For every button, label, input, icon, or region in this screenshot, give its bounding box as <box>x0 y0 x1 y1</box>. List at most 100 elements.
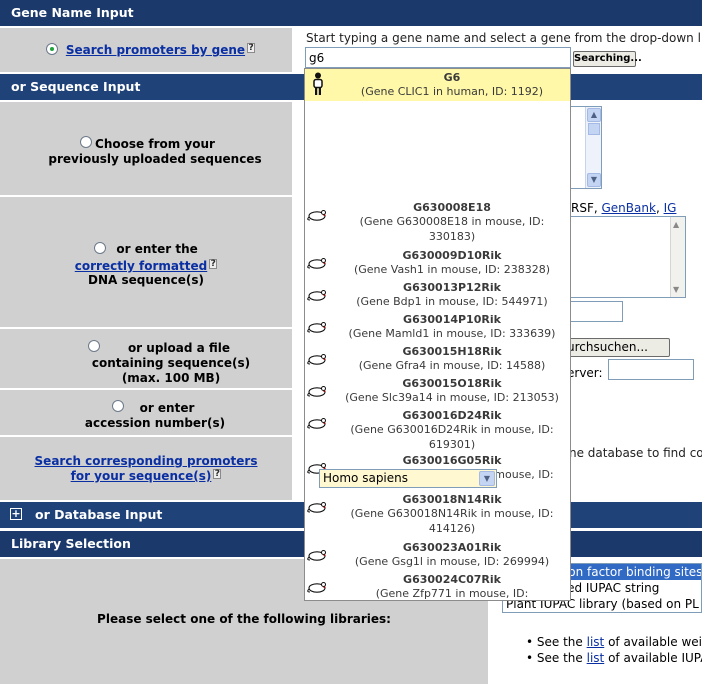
library-note-1: • See the list of available weig <box>526 634 702 650</box>
note-1-suffix: of available weig <box>608 635 702 649</box>
scroll-thumb[interactable] <box>588 123 600 135</box>
mouse-icon <box>307 321 329 333</box>
scroll-down-icon[interactable]: ▼ <box>587 173 601 187</box>
gene-suggestions-popup[interactable]: G6 (Gene CLIC1 in human, ID: 1192) G630008… <box>304 68 571 601</box>
server-input[interactable] <box>608 359 694 380</box>
mouse-icon <box>307 209 329 221</box>
gene-suggestion[interactable]: G630014P10Rik (Gene Mamld1 in mouse, ID: … <box>305 311 570 343</box>
library-selection-title: Library Selection <box>11 536 131 551</box>
weights-list-link[interactable]: list <box>587 635 605 649</box>
mouse-icon <box>307 385 329 397</box>
server-label: erver: <box>567 366 603 380</box>
searching-button[interactable]: Searching... <box>573 51 642 67</box>
mouse-icon <box>307 353 329 365</box>
upload-file-label: or upload a file containing sequence(s) … <box>91 341 251 385</box>
library-prompt: Please select one of the following libra… <box>97 612 391 626</box>
suggestion-description: (Gene G630018N14Rik in mouse, ID: 414126… <box>350 507 554 535</box>
database-input-title: or Database Input <box>35 507 163 522</box>
suggestion-description: (Gene Mamld1 in mouse, ID: 333639) <box>348 327 556 340</box>
suggestion-gene-name: G630016D24Rik <box>402 409 502 422</box>
gene-suggestion[interactable]: G630015H18Rik (Gene Gfra4 in mouse, ID: 1… <box>305 343 570 375</box>
search-by-gene-link[interactable]: Search promoters by gene <box>66 43 245 57</box>
scroll-up-icon[interactable]: ▲ <box>587 108 601 122</box>
gene-name-input-title: Gene Name Input <box>11 5 134 20</box>
gene-hint-text: Start typing a gene name and select a ge… <box>306 31 702 45</box>
mouse-icon <box>307 549 329 561</box>
upload-file-cell: or upload a file containing sequence(s) … <box>0 329 292 388</box>
suggestion-gene-name: G630008E18 <box>413 201 491 214</box>
enter-prefix-text: or enter the <box>116 242 198 256</box>
enter-sequence-cell: or enter the correctly formatted? DNA se… <box>0 197 292 327</box>
genbank-link[interactable]: GenBank <box>602 201 656 215</box>
gene-name-input[interactable]: g6 <box>305 47 571 68</box>
gene-suggestion[interactable]: G630024C07Rik (Gene Zfp771 in mouse, ID: <box>305 571 570 600</box>
suggestion-gene-name: G630014P10Rik <box>403 313 501 326</box>
scroll-up-icon[interactable]: ▲ <box>673 220 679 229</box>
browse-button[interactable]: urchsuchen... <box>560 338 670 357</box>
see-prefix: See the <box>536 651 583 665</box>
note-2-suffix: of available IUPA <box>608 651 702 665</box>
accession-cell: or enter accession number(s) <box>0 390 292 435</box>
suggestion-description: (Gene Gsg1l in mouse, ID: 269994) <box>354 555 550 568</box>
suggestion-description: (Gene Bdp1 in mouse, ID: 544971) <box>356 295 548 308</box>
gene-suggestion[interactable]: G630009D10Rik (Gene Vash1 in mouse, ID: 2… <box>305 247 570 279</box>
suggestion-gene-name: G630024C07Rik <box>403 573 501 586</box>
suggestion-gene-name: G630015O18Rik <box>402 377 502 390</box>
mouse-icon <box>307 501 329 513</box>
suggestion-description: (Gene Vash1 in mouse, ID: 238328) <box>353 263 551 276</box>
suggestion-gene-name: G630016G05Rik <box>402 454 502 467</box>
suggestion-gene-name: G630018N14Rik <box>402 493 502 506</box>
choose-uploaded-label: Choose from your previously uploaded seq… <box>48 137 262 166</box>
gene-name-input-header: Gene Name Input <box>0 0 702 26</box>
expand-icon[interactable]: + <box>10 508 22 520</box>
human-icon <box>311 72 333 95</box>
gene-suggestion[interactable]: G630016D24Rik (Gene G630016D24Rik in mous… <box>305 407 570 453</box>
search-corresponding-link[interactable]: Search corresponding promoters for your … <box>35 454 258 483</box>
database-tail-text: ne database to find cor <box>569 446 702 460</box>
dna-sequence-textarea[interactable]: ▲ ▼ <box>560 216 686 298</box>
organism-select-value: Homo sapiens <box>323 471 409 485</box>
textarea-scrollbar[interactable]: ▲ ▼ <box>670 217 685 297</box>
correctly-formatted-link[interactable]: correctly formatted <box>75 259 207 273</box>
search-corresponding-cell: Search corresponding promoters for your … <box>0 437 292 500</box>
mouse-icon <box>307 257 329 269</box>
gene-search-cell: Search promoters by gene? <box>0 28 292 72</box>
see-prefix: See the <box>536 635 583 649</box>
gene-suggestion[interactable]: G630013P12Rik (Gene Bdp1 in mouse, ID: 54… <box>305 279 570 311</box>
suggestion-gene-name: G630009D10Rik <box>402 249 502 262</box>
library-notes: • See the list of available weig • See t… <box>526 634 702 666</box>
suggestion-gene-name: G630023A01Rik <box>402 541 502 554</box>
gene-suggestion[interactable]: G630008E18 (Gene G630008E18 in mouse, ID:… <box>305 199 570 245</box>
gene-suggestion[interactable]: G630018N14Rik (Gene G630018N14Rik in mous… <box>305 491 570 537</box>
ig-link[interactable]: IG <box>664 201 677 215</box>
sequence-input-title: or Sequence Input <box>11 79 141 94</box>
gene-suggestion[interactable]: G6 (Gene CLIC1 in human, ID: 1192) <box>305 69 570 101</box>
help-icon[interactable]: ? <box>209 259 218 269</box>
dna-sequences-label: DNA sequence(s) <box>88 273 204 287</box>
suggestion-description: (Gene CLIC1 in human, ID: 1192) <box>360 85 544 98</box>
gene-search-radio[interactable] <box>46 43 58 55</box>
help-icon[interactable]: ? <box>213 469 222 479</box>
choose-uploaded-cell: Choose from your previously uploaded seq… <box>0 102 292 195</box>
scroll-down-icon[interactable]: ▼ <box>673 285 679 294</box>
mouse-icon <box>307 289 329 301</box>
suggestion-description: (Gene Slc39a14 in mouse, ID: 213053) <box>345 391 559 404</box>
library-note-2: • See the list of available IUPA <box>526 650 702 666</box>
suggestion-description: (Gene G630016D24Rik in mouse, ID: 619301… <box>350 423 554 451</box>
suggestion-description: (Gene Gfra4 in mouse, ID: 14588) <box>358 359 546 372</box>
mouse-icon <box>307 417 329 429</box>
uploaded-list-scrollbar[interactable]: ▲ ▼ <box>585 107 601 188</box>
mouse-icon <box>307 581 329 593</box>
gene-suggestion[interactable]: G630015O18Rik (Gene Slc39a14 in mouse, ID… <box>305 375 570 407</box>
accession-label: or enter accession number(s) <box>84 401 226 430</box>
iupac-list-link[interactable]: list <box>587 651 605 665</box>
suggestion-gene-name: G630013P12Rik <box>403 281 501 294</box>
suggestion-description: (Gene G630008E18 in mouse, ID: 330183) <box>359 215 545 243</box>
chevron-down-icon[interactable]: ▼ <box>479 471 495 486</box>
enter-sequence-radio[interactable] <box>94 242 107 254</box>
help-icon[interactable]: ? <box>247 43 256 53</box>
organism-select[interactable]: Homo sapiens ▼ <box>319 469 497 488</box>
suggestion-gene-name: G6 <box>443 71 461 84</box>
suggestion-gene-name: G630015H18Rik <box>402 345 502 358</box>
gene-suggestion[interactable]: G630023A01Rik (Gene Gsg1l in mouse, ID: 2… <box>305 539 570 571</box>
